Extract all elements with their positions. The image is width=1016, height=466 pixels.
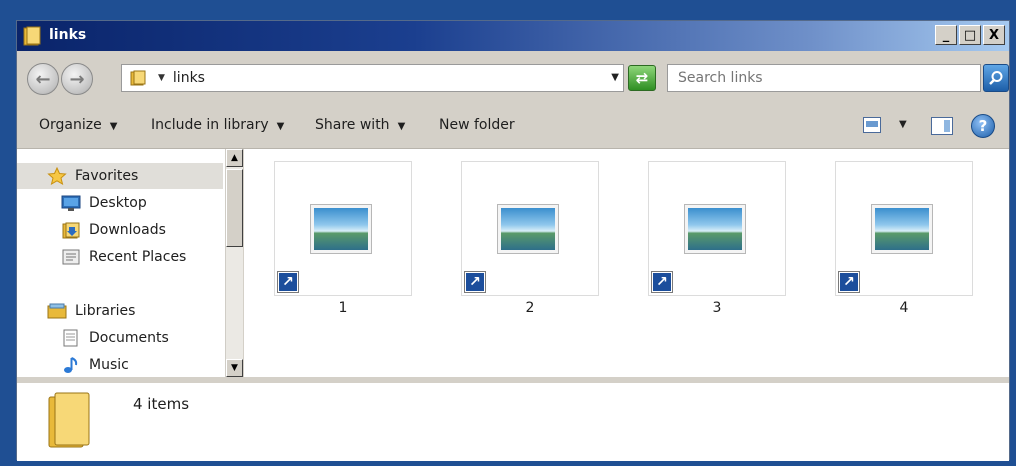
address-toolbar: ← → ▼ links ▼ ⇄ xyxy=(17,51,1009,103)
file-name[interactable]: 1 xyxy=(274,300,412,316)
scroll-up-button[interactable]: ▲ xyxy=(226,149,243,167)
window-controls: _ □ X xyxy=(935,25,1005,45)
search-button[interactable] xyxy=(983,64,1009,92)
maximize-button[interactable]: □ xyxy=(959,25,981,45)
command-bar: Organize ▼ Include in library ▼ Share with… xyxy=(17,103,1009,149)
refresh-icon: ⇄ xyxy=(635,69,649,87)
caret-down-icon: ▼ xyxy=(109,121,118,132)
image-icon xyxy=(871,204,933,254)
nav-recent-places[interactable]: Recent Places xyxy=(17,244,223,270)
shortcut-arrow-icon: ↗ xyxy=(277,271,299,293)
caret-down-icon: ▼ xyxy=(397,121,406,132)
image-icon xyxy=(684,204,746,254)
desktop-icon xyxy=(61,195,81,211)
nav-libraries[interactable]: Libraries xyxy=(17,298,223,324)
nav-recent-places-label: Recent Places xyxy=(89,249,187,265)
navigation-pane: Favorites Desktop Downloads Recent Place… xyxy=(17,149,225,377)
title-bar[interactable]: links _ □ X xyxy=(17,21,1009,51)
forward-button[interactable]: → xyxy=(61,63,93,95)
new-folder-button[interactable]: New folder xyxy=(439,117,515,133)
shortcut-arrow-icon: ↗ xyxy=(651,271,673,293)
help-icon: ? xyxy=(978,117,988,135)
file-thumbnail[interactable]: ↗ xyxy=(835,161,973,296)
include-in-library-label: Include in library xyxy=(151,117,269,133)
shortcut-arrow-icon: ↗ xyxy=(838,271,860,293)
file-name[interactable]: 2 xyxy=(461,300,599,316)
triangle-down-icon: ▼ xyxy=(231,363,238,373)
nav-downloads[interactable]: Downloads xyxy=(17,217,223,243)
file-item[interactable]: ↗ 3 xyxy=(648,161,786,316)
refresh-button[interactable]: ⇄ xyxy=(628,65,656,91)
window-title: links xyxy=(49,27,87,43)
file-thumbnail[interactable]: ↗ xyxy=(648,161,786,296)
file-name[interactable]: 4 xyxy=(835,300,973,316)
nav-documents-label: Documents xyxy=(89,330,169,346)
explorer-window: links _ □ X ← → ▼ links ▼ ⇄ Search links… xyxy=(16,20,1010,461)
triangle-up-icon: ▲ xyxy=(231,153,238,163)
image-icon xyxy=(310,204,372,254)
preview-pane-button[interactable] xyxy=(931,117,953,135)
details-pane: 4 items xyxy=(17,383,1009,461)
address-history-dropdown-icon[interactable]: ▼ xyxy=(611,72,619,83)
back-button[interactable]: ← xyxy=(27,63,59,95)
breadcrumb-path[interactable]: links xyxy=(173,70,205,86)
nav-downloads-label: Downloads xyxy=(89,222,166,238)
nav-pane-scrollbar[interactable]: ▲ ▼ xyxy=(225,149,243,377)
downloads-icon xyxy=(62,222,80,239)
scroll-down-button[interactable]: ▼ xyxy=(226,359,243,377)
libraries-icon xyxy=(47,303,67,319)
view-options-caret-icon[interactable]: ▼ xyxy=(899,119,907,130)
help-button[interactable]: ? xyxy=(971,114,995,138)
music-icon xyxy=(64,357,78,373)
caret-down-icon: ▼ xyxy=(276,121,285,132)
search-input[interactable] xyxy=(667,64,981,92)
include-in-library-menu[interactable]: Include in library ▼ xyxy=(151,117,284,133)
nav-music[interactable]: Music xyxy=(17,352,223,378)
image-icon xyxy=(497,204,559,254)
file-item[interactable]: ↗ 1 xyxy=(274,161,412,316)
nav-desktop[interactable]: Desktop xyxy=(17,190,223,216)
address-field[interactable]: ▼ links ▼ xyxy=(121,64,624,92)
documents-icon xyxy=(63,329,78,347)
folder-icon xyxy=(48,392,90,448)
organize-label: Organize xyxy=(39,117,102,133)
breadcrumb-arrow-icon[interactable]: ▼ xyxy=(158,73,165,83)
organize-menu[interactable]: Organize ▼ xyxy=(39,117,117,133)
file-thumbnail[interactable]: ↗ xyxy=(461,161,599,296)
folder-icon xyxy=(23,26,41,46)
recent-places-icon xyxy=(62,249,80,265)
scroll-thumb[interactable] xyxy=(226,169,243,247)
shortcut-arrow-icon: ↗ xyxy=(464,271,486,293)
minimize-button[interactable]: _ xyxy=(935,25,957,45)
star-icon xyxy=(47,167,67,185)
nav-documents[interactable]: Documents xyxy=(17,325,223,351)
file-item[interactable]: ↗ 4 xyxy=(835,161,973,316)
file-name[interactable]: 3 xyxy=(648,300,786,316)
folder-icon xyxy=(130,70,146,86)
back-arrow-icon: ← xyxy=(35,68,51,90)
file-item[interactable]: ↗ 2 xyxy=(461,161,599,316)
nav-favorites-label: Favorites xyxy=(75,168,139,184)
nav-music-label: Music xyxy=(89,357,129,373)
magnifier-icon xyxy=(989,71,1003,85)
new-folder-label: New folder xyxy=(439,117,515,133)
item-count: 4 items xyxy=(133,395,190,413)
nav-desktop-label: Desktop xyxy=(89,195,147,211)
change-view-button[interactable] xyxy=(863,117,881,133)
nav-favorites[interactable]: Favorites xyxy=(17,163,223,189)
close-button[interactable]: X xyxy=(983,25,1005,45)
nav-libraries-label: Libraries xyxy=(75,303,136,319)
share-with-label: Share with xyxy=(315,117,390,133)
forward-arrow-icon: → xyxy=(69,68,85,90)
file-thumbnail[interactable]: ↗ xyxy=(274,161,412,296)
share-with-menu[interactable]: Share with ▼ xyxy=(315,117,405,133)
file-list-view: ↗ 1 ↗ 2 ↗ 3 ↗ 4 xyxy=(244,149,1009,377)
